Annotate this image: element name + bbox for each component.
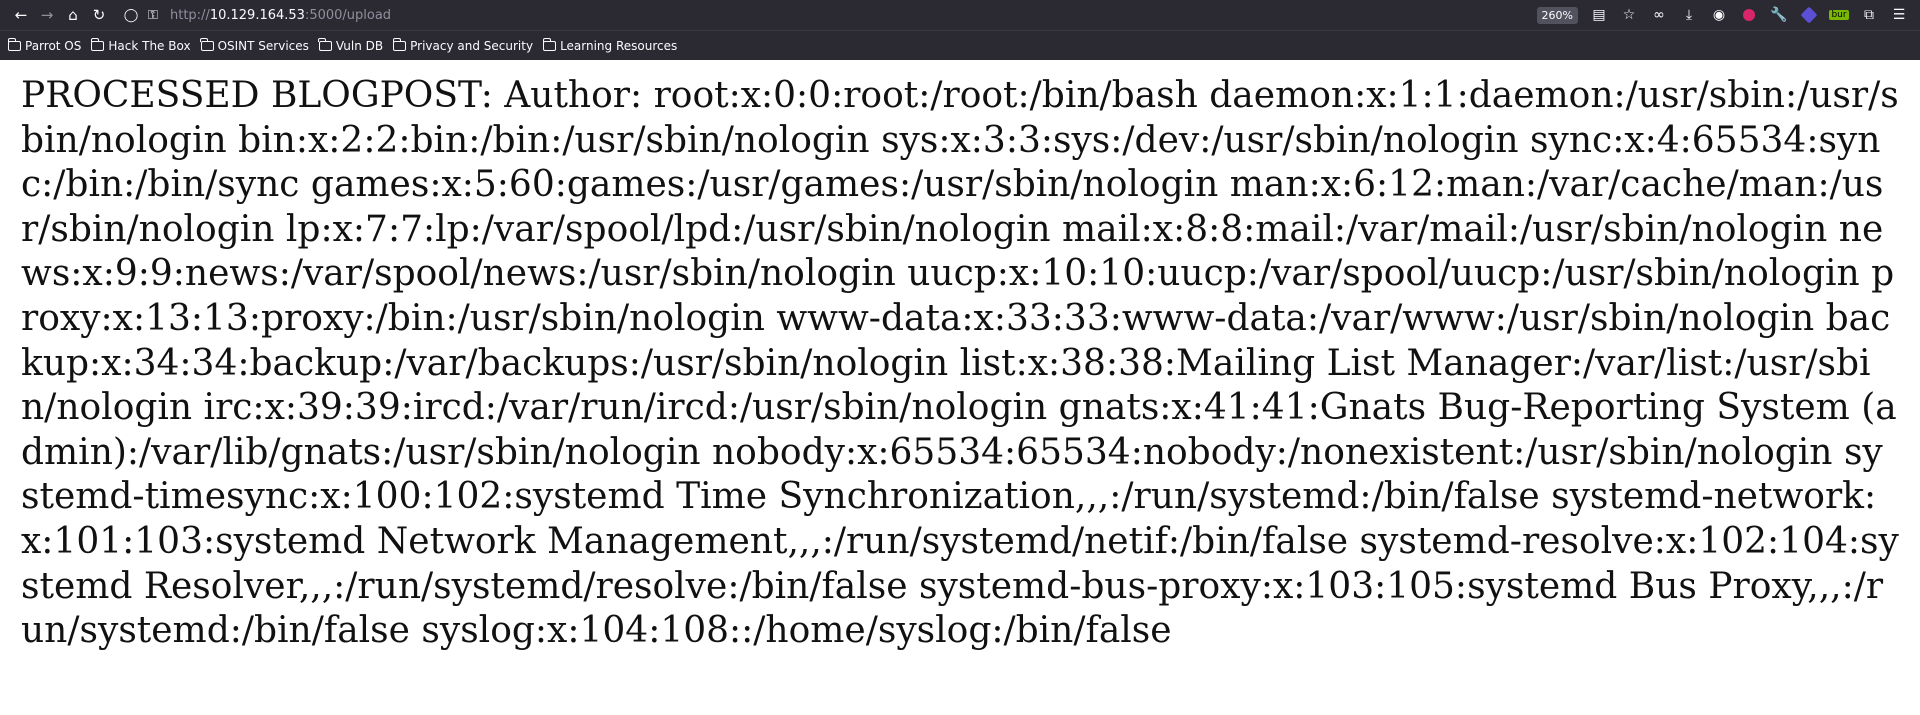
toolbar-right-icons: ▤ ☆ ∞ ⤓ ◉ 🔧 bur ⧉ ☰ — [1586, 2, 1912, 28]
page-info-icon[interactable]: ⚿ — [142, 8, 164, 23]
back-icon[interactable]: ← — [8, 2, 34, 28]
url-prefix: http:// — [170, 7, 210, 23]
bookmark-label: OSINT Services — [217, 38, 309, 53]
zoom-level-button[interactable]: 260% — [1536, 6, 1578, 24]
bookmark-privacy-and-security[interactable]: Privacy and Security — [392, 37, 534, 53]
extensions-puzzle-icon[interactable]: ⧉ — [1856, 2, 1882, 28]
reload-icon[interactable]: ↻ — [86, 2, 112, 28]
bookmark-star-icon[interactable]: ☆ — [1616, 2, 1642, 28]
folder-icon — [7, 37, 21, 51]
bookmark-hack-the-box[interactable]: Hack The Box — [90, 37, 191, 53]
folder-icon — [200, 37, 214, 51]
url-host: 10.129.164.53 — [209, 7, 305, 23]
bookmark-label: Vuln DB — [335, 38, 384, 53]
navigation-toolbar: ← → ⌂ ↻ ◯ ⚿ http://10.129.164.53:5000/up… — [0, 0, 1920, 30]
url-text[interactable]: http://10.129.164.53:5000/upload — [170, 8, 391, 23]
infinity-icon[interactable]: ∞ — [1646, 2, 1672, 28]
home-icon[interactable]: ⌂ — [60, 2, 86, 28]
bookmark-parrot-os[interactable]: Parrot OS — [7, 37, 82, 53]
reader-view-icon[interactable]: ▤ — [1586, 2, 1612, 28]
shield-icon[interactable]: ◯ — [120, 8, 142, 23]
bookmarks-toolbar: Parrot OS Hack The Box OSINT Services Vu… — [0, 30, 1920, 60]
folder-icon — [318, 37, 332, 51]
bookmark-osint-services[interactable]: OSINT Services — [200, 37, 309, 53]
bookmark-label: Hack The Box — [108, 38, 191, 53]
wrench-icon[interactable]: 🔧 — [1766, 2, 1792, 28]
download-icon[interactable]: ⤓ — [1676, 2, 1702, 28]
bookmark-label: Parrot OS — [25, 38, 82, 53]
menu-icon[interactable]: ☰ — [1886, 2, 1912, 28]
bookmark-label: Learning Resources — [560, 38, 678, 53]
burp-icon[interactable]: bur — [1826, 2, 1852, 28]
forward-icon[interactable]: → — [34, 2, 60, 28]
burp-label: bur — [1829, 10, 1849, 20]
bookmark-label: Privacy and Security — [410, 38, 534, 53]
folder-icon — [542, 37, 557, 51]
bookmark-learning-resources[interactable]: Learning Resources — [542, 37, 678, 53]
account-icon[interactable]: ◉ — [1706, 2, 1732, 28]
extension-icon[interactable] — [1736, 2, 1762, 28]
processed-blogpost-text: PROCESSED BLOGPOST: Author: root:x:0:0:r… — [21, 75, 1899, 652]
folder-icon — [392, 37, 407, 51]
diamond-icon[interactable] — [1796, 2, 1822, 28]
bookmark-vuln-db[interactable]: Vuln DB — [318, 37, 384, 53]
page-content: PROCESSED BLOGPOST: Author: root:x:0:0:r… — [0, 60, 1920, 654]
url-rest: :5000/upload — [304, 7, 392, 23]
folder-icon — [90, 37, 105, 51]
url-bar[interactable]: ◯ ⚿ http://10.129.164.53:5000/upload — [120, 3, 1529, 27]
